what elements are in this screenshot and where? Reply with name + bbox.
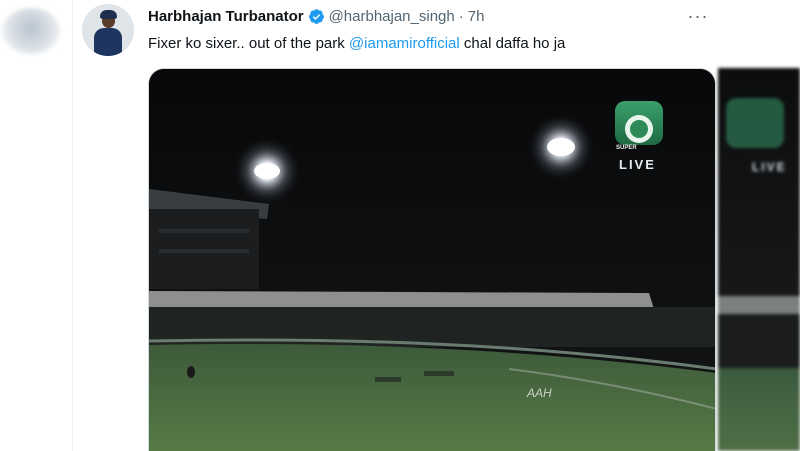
avatar-turban xyxy=(100,10,117,19)
column-divider xyxy=(72,0,73,451)
mention-link[interactable]: @iamamirofficial xyxy=(349,35,460,52)
avatar-body xyxy=(94,28,122,56)
tweet-text-after: chal daffa ho ja xyxy=(459,35,566,52)
tweet-header: Harbhajan Turbanator @harbhajan_singh · … xyxy=(148,6,484,26)
author-handle[interactable]: @harbhajan_singh xyxy=(329,8,455,25)
ghost-live-badge: LIVE xyxy=(752,160,787,174)
live-badge: LIVE xyxy=(619,157,656,172)
floodlight-right-core xyxy=(547,138,575,156)
ghost-roof xyxy=(718,296,800,314)
ghost-grass xyxy=(718,368,800,451)
blurred-avatar xyxy=(2,8,60,54)
adjacent-media-blurred: LIVE xyxy=(718,68,800,451)
video-frame: AAH SUPER LIVE xyxy=(149,69,715,451)
tweet-text: Fixer ko sixer.. out of the park @iamami… xyxy=(148,35,565,52)
more-options-icon[interactable]: ··· xyxy=(686,6,710,26)
ground-mark xyxy=(375,377,401,382)
verified-badge-icon xyxy=(308,8,325,25)
ground-mark xyxy=(424,371,454,376)
ground-advert-text: AAH xyxy=(526,386,552,400)
stand-tier xyxy=(159,249,249,253)
floodlight-left-core xyxy=(254,163,280,179)
stand-tier xyxy=(159,229,249,233)
author-name[interactable]: Harbhajan Turbanator xyxy=(148,8,304,25)
tweet-time[interactable]: 7h xyxy=(468,8,485,25)
dot-separator: · xyxy=(458,7,464,25)
ghost-channel-logo-icon xyxy=(726,98,784,148)
video-player[interactable]: AAH SUPER LIVE xyxy=(148,68,716,451)
avatar[interactable] xyxy=(82,4,134,56)
adjacent-tweet-avatar-blurred xyxy=(0,0,72,70)
channel-logo-icon: SUPER xyxy=(615,101,663,151)
fielder xyxy=(187,366,195,378)
channel-logo-text: SUPER xyxy=(616,145,637,151)
tweet-text-before: Fixer ko sixer.. out of the park xyxy=(148,35,349,52)
